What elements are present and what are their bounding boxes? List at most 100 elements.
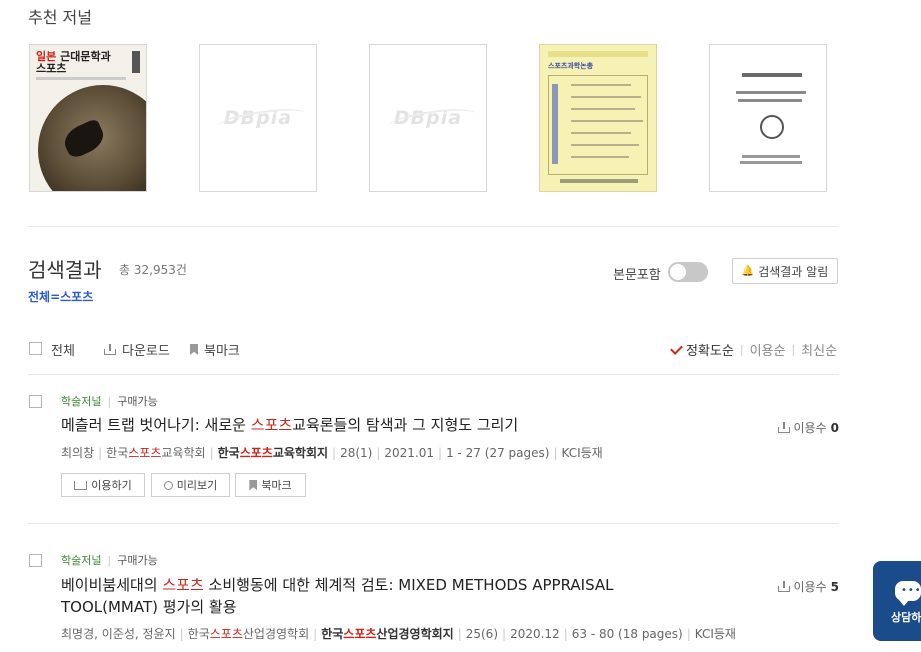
cover-4-line (571, 144, 639, 146)
select-all-checkbox[interactable] (29, 342, 42, 355)
results-title: 검색결과 (28, 258, 102, 282)
download-icon (777, 581, 790, 592)
journal-cover-2[interactable]: DBpia (199, 44, 317, 192)
result-checkbox[interactable] (29, 554, 42, 567)
badge-separator: | (107, 553, 112, 567)
cover-4-line (571, 108, 635, 110)
title-text: 교육론들의 탐색과 그 지형도 그리기 (292, 416, 519, 434)
sort-separator: | (739, 343, 744, 356)
journal-highlight: 스포츠 (343, 627, 377, 641)
recommended-title: 추천 저널 (28, 8, 92, 27)
result-title[interactable]: 메츨러 트랩 벗어나기: 새로운 스포츠교육론들의 탐색과 그 지형도 그리기 (61, 414, 701, 436)
preview-label: 미리보기 (176, 479, 218, 492)
pub-date: 2021.01 (384, 446, 435, 460)
title-text: 메츨러 트랩 벗어나기: 새로운 (61, 416, 251, 434)
journal-cover-1[interactable]: 일본 근대문학과 스포츠 (29, 44, 147, 192)
result-divider (28, 523, 839, 524)
journal-text: 산업경영학회지 (376, 627, 454, 641)
search-query-link[interactable]: 전체=스포츠 (28, 288, 93, 305)
cover-5-emblem (760, 115, 784, 139)
journal-cover-3[interactable]: DBpia (369, 44, 487, 192)
cover-1-side-bar (132, 51, 140, 73)
availability-badge: 구매가능 (117, 395, 158, 408)
kci-badge: KCI등재 (694, 627, 736, 641)
cover-4-vertical-title (552, 84, 568, 164)
journal-cover-5[interactable] (709, 44, 827, 192)
cover-5-footer-line (740, 161, 802, 164)
page-range: 1 - 27 (27 pages) (446, 446, 550, 460)
download-button[interactable]: 다운로드 (104, 340, 170, 359)
use-button[interactable]: 이용하기 (61, 473, 145, 497)
page-range: 63 - 80 (18 pages) (571, 627, 683, 641)
bookmark-button[interactable]: 북마크 (190, 340, 240, 359)
availability-badge: 구매가능 (117, 554, 158, 567)
result-title[interactable]: 베이비붐세대의 스포츠 소비행동에 대한 체계적 검토: MIXED METHO… (61, 574, 661, 618)
journal-text: 교육학회지 (272, 446, 329, 460)
bookmark-label: 북마크 (204, 344, 240, 359)
cover-4-footer (560, 179, 638, 183)
chat-dots: ••• (901, 585, 921, 596)
chat-consult-button[interactable]: ••• 상담하 (873, 561, 921, 641)
cover-5-footer-line (742, 155, 800, 158)
result-badges: 학술저널 | 구매가능 (61, 393, 158, 409)
publisher-link[interactable]: 한국스포츠산업경영학회 (188, 627, 309, 641)
sort-usage[interactable]: 이용순 (750, 340, 786, 359)
cover-4-line (571, 96, 641, 98)
chat-label: 상담하 (891, 611, 921, 624)
cover-4-contents-box (548, 75, 648, 175)
cover-1-title: 일본 근대문학과 스포츠 (36, 51, 111, 75)
dbpia-placeholder-logo: DBpia (200, 107, 316, 129)
kci-badge: KCI등재 (561, 446, 603, 460)
title-text: 베이비붐세대의 (61, 576, 163, 594)
item-bookmark-button[interactable]: 북마크 (235, 473, 306, 497)
cover-5-header (742, 73, 802, 77)
publisher-text: 산업경영학회 (242, 627, 310, 641)
publisher-link[interactable]: 한국스포츠교육학회 (106, 446, 205, 460)
publisher-highlight: 스포츠 (128, 446, 162, 460)
volume-link[interactable]: 28(1) (340, 446, 372, 460)
fulltext-toggle-label: 본문포함 (613, 268, 661, 283)
check-icon (670, 341, 683, 355)
cover-4-line (571, 84, 631, 86)
cover-1-title-line2: 스포츠 (36, 62, 67, 75)
usage-label: 이용수 (793, 580, 827, 594)
journal-type-badge: 학술저널 (61, 395, 102, 408)
journal-type-badge: 학술저널 (61, 554, 102, 567)
results-count: 총 32,953건 (119, 263, 187, 277)
author-link[interactable]: 최의창 (61, 446, 94, 460)
usage-value: 5 (830, 579, 839, 594)
search-alert-button[interactable]: 🔔 검색결과 알림 (732, 258, 838, 284)
download-icon (777, 422, 790, 433)
cover-4-line (571, 156, 629, 158)
bell-icon: 🔔 (741, 265, 755, 277)
item-bookmark-label: 북마크 (261, 479, 292, 492)
journal-cover-4[interactable]: 스포츠과학논총 (539, 44, 657, 192)
cover-1-subtitle-bar (36, 77, 126, 80)
journal-link[interactable]: 한국스포츠산업경영학회지 (321, 627, 454, 641)
cover-4-line (571, 132, 631, 134)
volume-link[interactable]: 25(6) (466, 627, 498, 641)
author-link[interactable]: 최명경, 이준성, 정윤지 (61, 627, 176, 641)
usage-value: 0 (830, 420, 839, 435)
sort-accuracy[interactable]: 정확도순 (670, 340, 734, 359)
cover-4-title: 스포츠과학논총 (548, 62, 594, 70)
search-alert-label: 검색결과 알림 (758, 264, 829, 279)
bookmark-icon (249, 479, 258, 491)
journal-link[interactable]: 한국스포츠교육학회지 (218, 446, 328, 460)
publisher-highlight: 스포츠 (209, 627, 243, 641)
select-all-label[interactable]: 전체 (51, 340, 75, 359)
toolbar-divider (28, 374, 839, 375)
search-icon (163, 480, 173, 490)
cover-5-title-line (736, 91, 806, 94)
sort-latest[interactable]: 최신순 (801, 340, 837, 359)
result-checkbox[interactable] (29, 395, 42, 408)
download-label: 다운로드 (122, 344, 170, 359)
preview-button[interactable]: 미리보기 (151, 473, 230, 497)
cover-4-line (571, 120, 643, 122)
download-icon (104, 344, 116, 355)
fulltext-toggle[interactable] (668, 262, 708, 282)
cart-icon (74, 480, 88, 490)
sort-separator: | (791, 343, 796, 356)
pub-date: 2020.12 (510, 627, 560, 641)
journal-text: 한국 (321, 627, 344, 641)
